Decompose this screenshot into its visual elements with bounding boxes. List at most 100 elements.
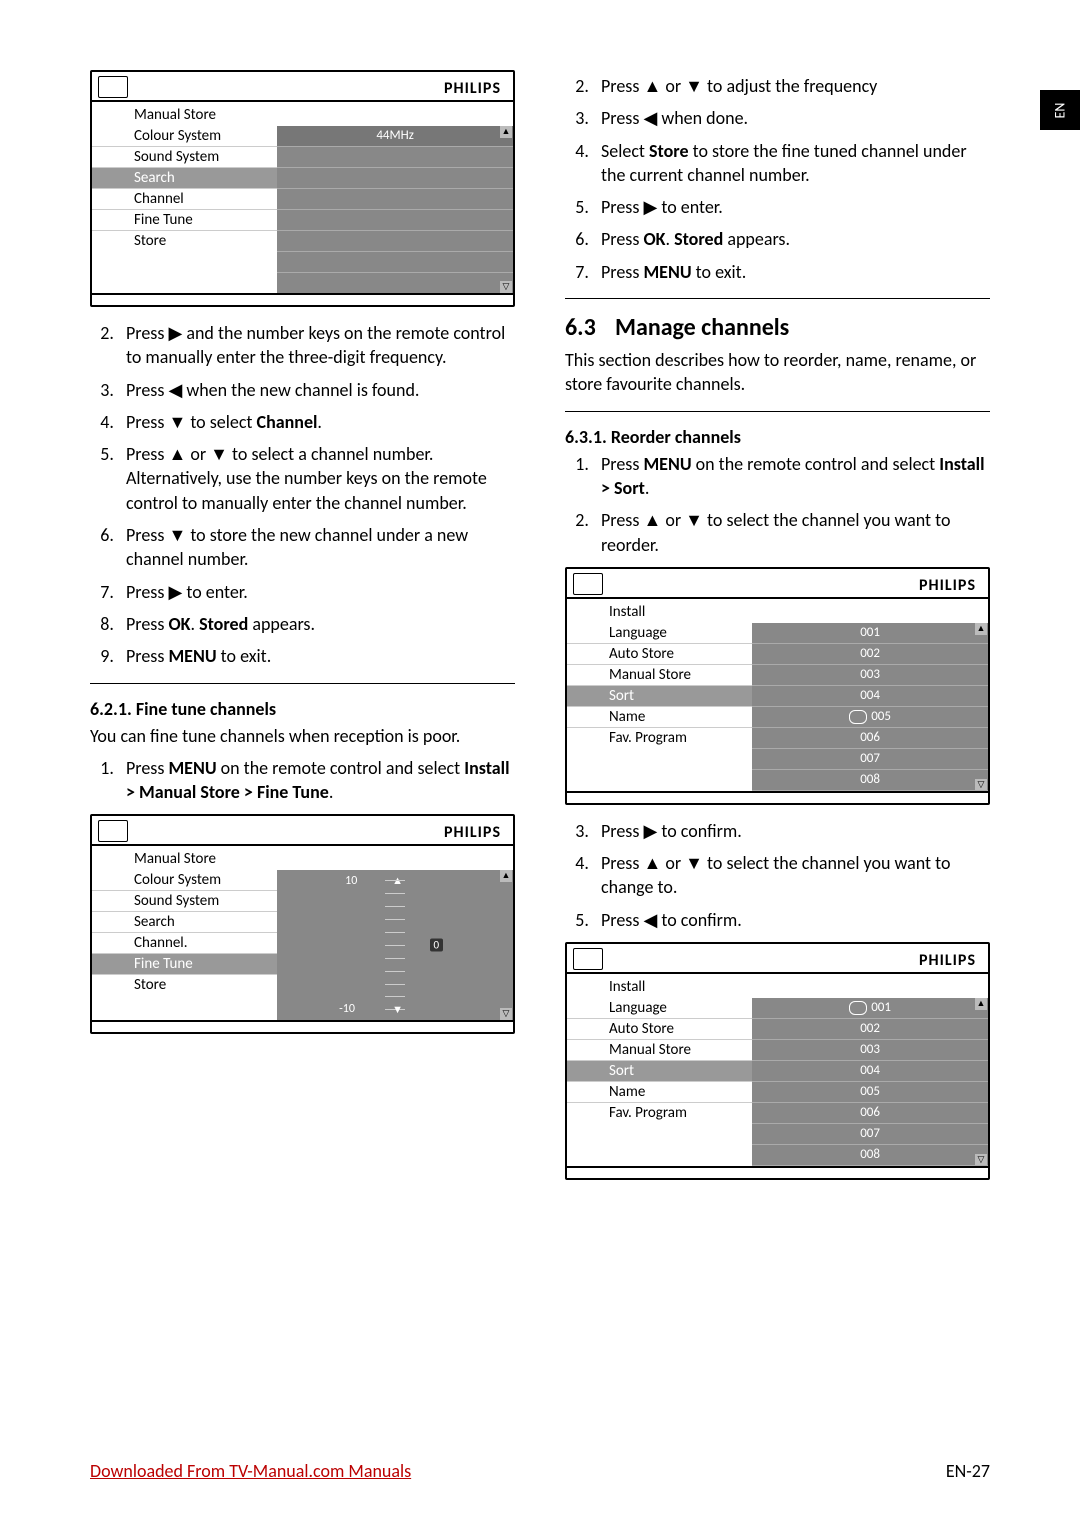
channel-value: 008 xyxy=(752,770,988,791)
return-icon xyxy=(849,1001,867,1015)
menu-item: Channel. xyxy=(92,933,277,954)
channel-value: 003 xyxy=(752,1040,988,1061)
subheading-621: 6.2.1. Fine tune channels xyxy=(90,698,515,720)
channel-value: 005 xyxy=(752,1082,988,1103)
right-column: Press ▲ or ▼ to adjust the frequency Pres… xyxy=(565,70,990,1194)
heading-63: 6.3Manage channels xyxy=(565,313,990,342)
step-item: Press ▶ to enter. xyxy=(118,580,515,604)
menu-item: Search xyxy=(92,168,277,189)
step-item: Press MENU on the remote control and sel… xyxy=(118,756,515,805)
menu-item: Store xyxy=(92,231,277,251)
channel-value: 006 xyxy=(752,728,988,749)
menu-install-2: PHILIPS Install LanguageAuto StoreManual… xyxy=(565,942,990,1180)
step-item: Press ▶ to enter. xyxy=(593,195,990,219)
menu-title: Manual Store xyxy=(92,102,513,126)
subheading-631: 6.3.1. Reorder channels xyxy=(565,426,990,448)
scroll-up-icon: ▲ xyxy=(500,126,512,138)
menu-title: Manual Store xyxy=(92,846,513,870)
step-item: Press MENU on the remote control and sel… xyxy=(593,452,990,501)
step-item: Press ◀ when the new channel is found. xyxy=(118,378,515,402)
step-item: Press MENU to exit. xyxy=(593,260,990,284)
channel-value: 002 xyxy=(752,1019,988,1040)
menu-item: Fav. Program xyxy=(567,728,752,748)
channel-value: 006 xyxy=(752,1103,988,1124)
footer-link[interactable]: Downloaded From TV-Manual.com Manuals xyxy=(90,1460,411,1482)
channel-value: 007 xyxy=(752,1124,988,1145)
tv-icon xyxy=(98,76,128,98)
menu-item: Search xyxy=(92,912,277,933)
intro-text: You can fine tune channels when receptio… xyxy=(90,724,515,748)
return-icon xyxy=(849,710,867,724)
steps-list: Press ▶ to confirm. Press ▲ or ▼ to selec… xyxy=(565,819,990,932)
menu-item: Fine Tune xyxy=(92,954,277,975)
menu-item: Language xyxy=(567,998,752,1019)
steps-list: Press MENU on the remote control and sel… xyxy=(90,756,515,805)
brand-logo: PHILIPS xyxy=(444,823,501,842)
step-item: Press OK. Stored appears. xyxy=(593,227,990,251)
menu-item: Colour System xyxy=(92,126,277,147)
menu-item: Auto Store xyxy=(567,644,752,665)
scroll-down-icon: ▽ xyxy=(500,1008,512,1020)
menu-item: Manual Store xyxy=(567,665,752,686)
step-item: Press ▲ or ▼ to select the channel you w… xyxy=(593,508,990,557)
menu-item: Auto Store xyxy=(567,1019,752,1040)
steps-list: Press ▲ or ▼ to adjust the frequency Pres… xyxy=(565,74,990,284)
menu-install-1: PHILIPS Install LanguageAuto StoreManual… xyxy=(565,567,990,805)
channel-value: 005 xyxy=(752,707,988,728)
page-number: EN-27 xyxy=(946,1460,990,1482)
tv-icon xyxy=(98,820,128,842)
step-item: Press OK. Stored appears. xyxy=(118,612,515,636)
step-item: Press MENU to exit. xyxy=(118,644,515,668)
brand-logo: PHILIPS xyxy=(444,79,501,98)
channel-value: 001 xyxy=(752,623,988,644)
channel-value: 004 xyxy=(752,686,988,707)
menu-item: Colour System xyxy=(92,870,277,891)
step-item: Press ▲ or ▼ to select the channel you w… xyxy=(593,851,990,900)
step-item: Press ▼ to select Channel. xyxy=(118,410,515,434)
menu-item: Sound System xyxy=(92,147,277,168)
steps-list: Press ▶ and the number keys on the remot… xyxy=(90,321,515,669)
scroll-up-icon: ▲ xyxy=(500,870,512,882)
brand-logo: PHILIPS xyxy=(919,576,976,595)
step-item: Press ◀ to confirm. xyxy=(593,908,990,932)
step-item: Press ◀ when done. xyxy=(593,106,990,130)
channel-value: 004 xyxy=(752,1061,988,1082)
menu-title: Install xyxy=(567,974,988,998)
step-item: Press ▶ and the number keys on the remot… xyxy=(118,321,515,370)
channel-value: 008 xyxy=(752,1145,988,1166)
scroll-down-icon: ▽ xyxy=(500,281,512,293)
left-column: PHILIPS Manual Store Colour SystemSound … xyxy=(90,70,515,1194)
menu-item: Sort xyxy=(567,686,752,707)
channel-value: 007 xyxy=(752,749,988,770)
slider-value: 0 xyxy=(430,939,444,952)
menu-item: Language xyxy=(567,623,752,644)
step-item: Press ▲ or ▼ to adjust the frequency xyxy=(593,74,990,98)
scale-bottom: -10 xyxy=(339,1002,355,1016)
scale-top: 10 xyxy=(345,874,357,888)
menu-item: Manual Store xyxy=(567,1040,752,1061)
menu-value: 44MHz xyxy=(277,126,513,147)
language-tab: EN xyxy=(1040,90,1080,130)
step-item: Press ▲ or ▼ to select a channel number.… xyxy=(118,442,515,515)
step-item: Press ▶ to confirm. xyxy=(593,819,990,843)
brand-logo: PHILIPS xyxy=(919,951,976,970)
intro-text: This section describes how to reorder, n… xyxy=(565,348,990,397)
tv-icon xyxy=(573,948,603,970)
menu-item: Name xyxy=(567,1082,752,1103)
channel-value: 003 xyxy=(752,665,988,686)
menu-manual-store-1: PHILIPS Manual Store Colour SystemSound … xyxy=(90,70,515,307)
tv-icon xyxy=(573,573,603,595)
menu-item: Store xyxy=(92,975,277,995)
channel-value: 002 xyxy=(752,644,988,665)
menu-item: Sort xyxy=(567,1061,752,1082)
down-arrow-icon: ▼ xyxy=(392,1003,403,1016)
menu-item: Name xyxy=(567,707,752,728)
menu-item: Channel xyxy=(92,189,277,210)
menu-item: Fav. Program xyxy=(567,1103,752,1123)
menu-manual-store-2: PHILIPS Manual Store Colour SystemSound … xyxy=(90,814,515,1034)
step-item: Select Store to store the fine tuned cha… xyxy=(593,139,990,188)
menu-item: Sound System xyxy=(92,891,277,912)
menu-item: Fine Tune xyxy=(92,210,277,231)
step-item: Press ▼ to store the new channel under a… xyxy=(118,523,515,572)
channel-value: 001 xyxy=(752,998,988,1019)
